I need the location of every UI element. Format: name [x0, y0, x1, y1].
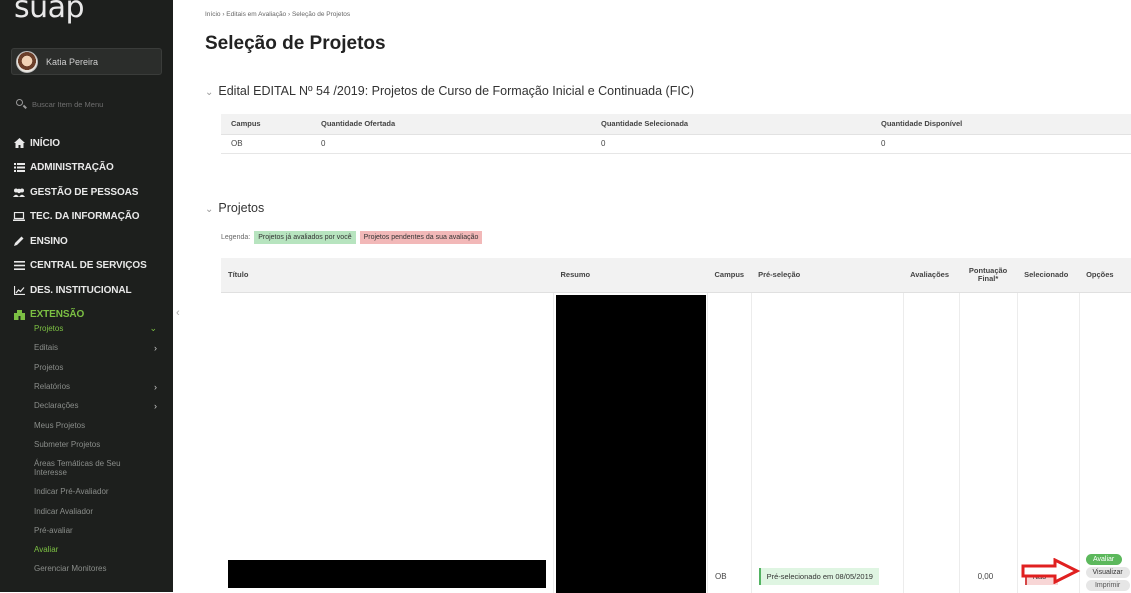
breadcrumb[interactable]: Início › Editais em Avaliação › Seleção …: [205, 11, 350, 18]
search-icon: [16, 99, 23, 106]
pencil-icon: [13, 236, 25, 247]
selecionado-cell: Não: [1017, 292, 1080, 593]
submenu-item-projetos[interactable]: Projetos: [0, 358, 173, 377]
chevron-right-icon: ›: [154, 342, 157, 353]
chevron-right-icon: ›: [154, 400, 157, 411]
redacted-summary: [556, 294, 706, 593]
nav-label: INÍCIO: [30, 137, 60, 149]
chevron-down-icon: ⌄: [149, 323, 157, 334]
table-header: Campus: [221, 114, 311, 135]
pontuacao-cell: 0,00: [959, 292, 1018, 593]
submenu-item-avaliar[interactable]: Avaliar: [0, 540, 173, 559]
submenu-item-indicar-pre-avaliador[interactable]: Indicar Pré-Avaliador: [0, 482, 173, 501]
table-header: Resumo: [553, 258, 708, 293]
nav-item-central-servicos[interactable]: CENTRAL DE SERVIÇOS: [0, 254, 173, 279]
nav-label: GESTÃO DE PESSOAS: [30, 186, 139, 198]
projetos-table: Título Resumo Campus Pré-seleção Avaliaç…: [221, 258, 1131, 593]
table-header: Pontuação Final*: [959, 258, 1018, 293]
submenu-item-areas-tematicas[interactable]: Áreas Temáticas de Seu Interesse: [0, 454, 173, 482]
avaliar-button[interactable]: Avaliar: [1085, 553, 1122, 565]
submenu-item-meus-projetos[interactable]: Meus Projetos: [0, 415, 173, 434]
table-header-row: Título Resumo Campus Pré-seleção Avaliaç…: [221, 258, 1131, 293]
redacted-title: [228, 559, 546, 588]
page-title: Seleção de Projetos: [205, 33, 386, 54]
pre-selecao-cell: Pré-selecionado em 08/05/2019: [751, 292, 904, 593]
avaliacoes-cell: [903, 292, 960, 593]
chart-icon: [13, 285, 25, 295]
menu-icon: [13, 261, 25, 271]
visualizar-button[interactable]: Visualizar: [1085, 566, 1130, 578]
submenu-item-pre-avaliar[interactable]: Pré-avaliar: [0, 521, 173, 540]
resumo-cell: [553, 292, 708, 593]
legend: Legenda: Projetos já avaliados por você …: [221, 231, 483, 244]
submenu-item-indicar-avaliador[interactable]: Indicar Avaliador: [0, 501, 173, 520]
nav-item-inicio[interactable]: INÍCIO: [0, 131, 173, 156]
search-input[interactable]: [32, 97, 160, 112]
app-logo[interactable]: suap: [14, 0, 85, 25]
table-header: Título: [221, 258, 554, 293]
annotation-arrow-icon: [1021, 558, 1081, 584]
legend-evaluated: Projetos já avaliados por você: [254, 231, 356, 244]
table-cell: OB: [221, 134, 311, 154]
sidebar: suap Katia Pereira INÍCIO ADMINISTRAÇÃO …: [0, 0, 173, 592]
collapse-sidebar-icon[interactable]: ‹: [176, 307, 180, 319]
table-header: Opções: [1079, 258, 1131, 293]
table-header: Quantidade Ofertada: [311, 114, 591, 135]
menu-search: [12, 96, 162, 114]
table-header: Avaliações: [903, 258, 960, 293]
legend-label: Legenda:: [221, 234, 251, 241]
submenu-item-declaracoes[interactable]: Declarações ›: [0, 396, 173, 415]
titulo-cell: [221, 292, 554, 593]
list-icon: [13, 163, 25, 173]
submenu-item-gerenciar-monitores[interactable]: Gerenciar Monitores: [0, 559, 173, 578]
user-name: Katia Pereira: [46, 57, 99, 67]
table-header: Quantidade Selecionada: [591, 114, 871, 135]
campus-cell: OB: [707, 292, 752, 593]
nav-item-gestao-pessoas[interactable]: GESTÃO DE PESSOAS: [0, 180, 173, 205]
avatar: [16, 51, 38, 73]
nav-label: TEC. DA INFORMAÇÃO: [30, 211, 140, 223]
nav-item-ensino[interactable]: ENSINO: [0, 229, 173, 254]
table-cell: 0: [311, 134, 591, 154]
table-row: OB 0 0 0: [221, 134, 1131, 154]
chevron-down-icon: ⌄: [205, 87, 214, 98]
chevron-down-icon: ⌄: [205, 204, 214, 215]
submenu-item-submeter-projetos[interactable]: Submeter Projetos: [0, 435, 173, 454]
table-cell: 0: [591, 134, 871, 154]
table-header-row: Campus Quantidade Ofertada Quantidade Se…: [221, 114, 1131, 135]
table-header: Campus: [707, 258, 752, 293]
nav-item-administracao[interactable]: ADMINISTRAÇÃO: [0, 156, 173, 181]
chevron-right-icon: ›: [154, 381, 157, 392]
table-header: Quantidade Disponível: [871, 114, 1131, 135]
table-row: OB Pré-selecionado em 08/05/2019 0,00 Nã…: [221, 292, 1131, 593]
submenu-item-editais[interactable]: Editais ›: [0, 338, 173, 357]
table-header: Pré-seleção: [751, 258, 904, 293]
user-box[interactable]: Katia Pereira: [11, 48, 162, 75]
nav-label: CENTRAL DE SERVIÇOS: [30, 260, 147, 272]
people-icon: [13, 187, 25, 197]
submenu-extensao: Projetos ⌄ Editais › Projetos Relatórios…: [0, 319, 173, 579]
home-icon: [13, 138, 25, 149]
nav-item-tec-informacao[interactable]: TEC. DA INFORMAÇÃO: [0, 205, 173, 230]
edital-section-title[interactable]: ⌄ Edital EDITAL Nº 54 /2019: Projetos de …: [205, 84, 694, 98]
status-badge: Pré-selecionado em 08/05/2019: [758, 567, 879, 585]
main-nav: INÍCIO ADMINISTRAÇÃO GESTÃO DE PESSOAS T…: [0, 131, 173, 327]
laptop-icon: [13, 212, 25, 222]
table-header: Selecionado: [1017, 258, 1080, 293]
submenu-item-projetos-group[interactable]: Projetos ⌄: [0, 319, 173, 338]
table-cell: 0: [871, 134, 1131, 154]
nav-label: ADMINISTRAÇÃO: [30, 162, 114, 174]
submenu-item-relatorios[interactable]: Relatórios ›: [0, 377, 173, 396]
imprimir-button[interactable]: Imprimir: [1085, 579, 1130, 591]
opcoes-cell: Avaliar Visualizar Imprimir: [1079, 292, 1131, 593]
edital-table: Campus Quantidade Ofertada Quantidade Se…: [221, 114, 1131, 154]
nav-label: DES. INSTITUCIONAL: [30, 284, 132, 296]
nav-label: ENSINO: [30, 235, 68, 247]
projetos-section-title[interactable]: ⌄ Projetos: [205, 201, 264, 215]
nav-item-des-institucional[interactable]: DES. INSTITUCIONAL: [0, 278, 173, 303]
legend-pending: Projetos pendentes da sua avaliação: [359, 231, 483, 244]
